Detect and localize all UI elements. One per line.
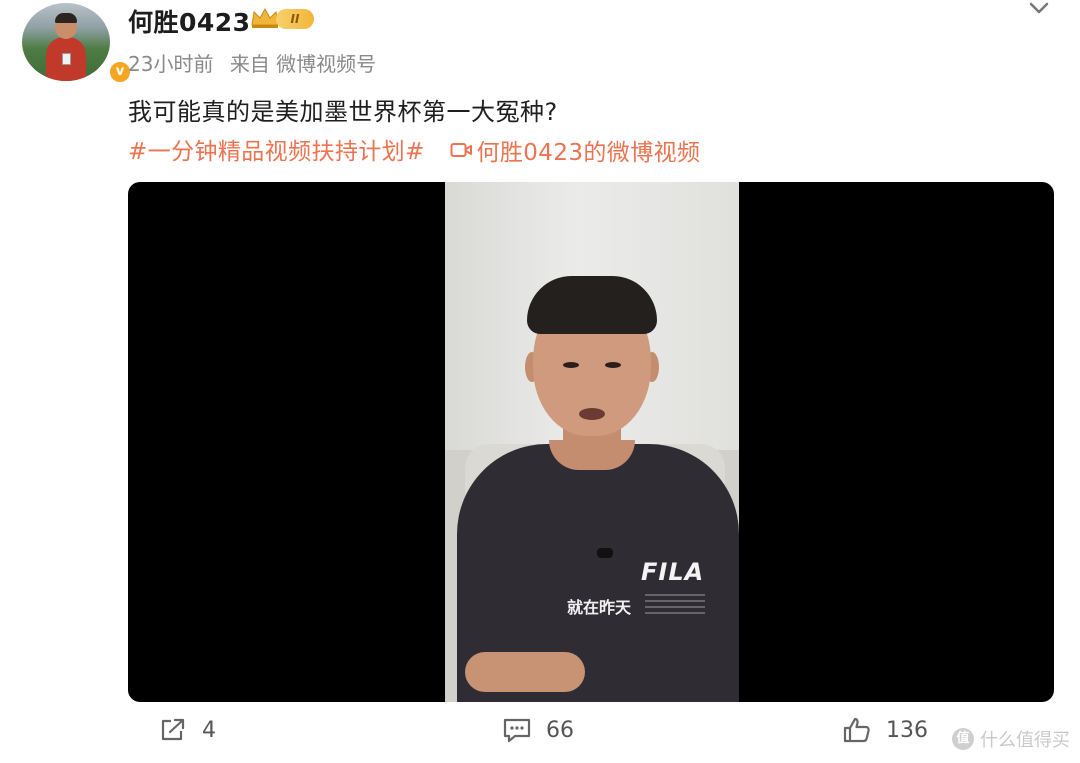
post-meta: 23小时前 来自 微博视频号 xyxy=(128,48,376,77)
author-avatar-container[interactable]: v xyxy=(22,3,132,84)
video-link-label: 何胜0423的微博视频 xyxy=(476,140,701,166)
comment-count: 66 xyxy=(546,717,574,743)
comment-button[interactable]: 66 xyxy=(502,716,574,744)
site-watermark: 值 什么值得买 xyxy=(952,726,1070,752)
post-source[interactable]: 来自 微博视频号 xyxy=(230,52,376,76)
shirt-logo: FILA xyxy=(641,558,705,586)
video-player[interactable]: FILA 就在昨天 xyxy=(128,182,1054,702)
thumbs-up-icon xyxy=(843,717,870,743)
chevron-down-icon[interactable] xyxy=(1026,0,1052,18)
avatar[interactable] xyxy=(22,3,110,81)
watermark-icon: 值 xyxy=(952,728,974,750)
share-icon xyxy=(161,718,185,741)
mic-icon xyxy=(597,548,613,558)
topic-link[interactable]: #一分钟精品视频扶持计划# xyxy=(128,139,425,165)
share-button[interactable]: 4 xyxy=(158,716,216,744)
watermark-text: 什么值得买 xyxy=(980,730,1070,751)
topic-line: #一分钟精品视频扶持计划# 何胜0423的微博视频 xyxy=(128,132,700,167)
shirt-print: 就在昨天 xyxy=(567,598,632,617)
post-text: 我可能真的是美加墨世界杯第一大冤种? xyxy=(128,98,558,126)
level-badge[interactable]: II xyxy=(276,9,314,29)
author-name[interactable]: 何胜0423 xyxy=(128,3,251,39)
action-bar: 4 66 136 xyxy=(0,716,1080,760)
post-time: 23小时前 xyxy=(128,52,214,76)
like-count: 136 xyxy=(886,717,928,743)
video-camera-icon xyxy=(450,143,473,157)
like-button[interactable]: 136 xyxy=(842,716,928,744)
video-frame: FILA 就在昨天 xyxy=(445,182,739,702)
video-link[interactable]: 何胜0423的微博视频 xyxy=(450,133,700,167)
share-count: 4 xyxy=(202,717,216,743)
comment-icon xyxy=(503,718,531,743)
